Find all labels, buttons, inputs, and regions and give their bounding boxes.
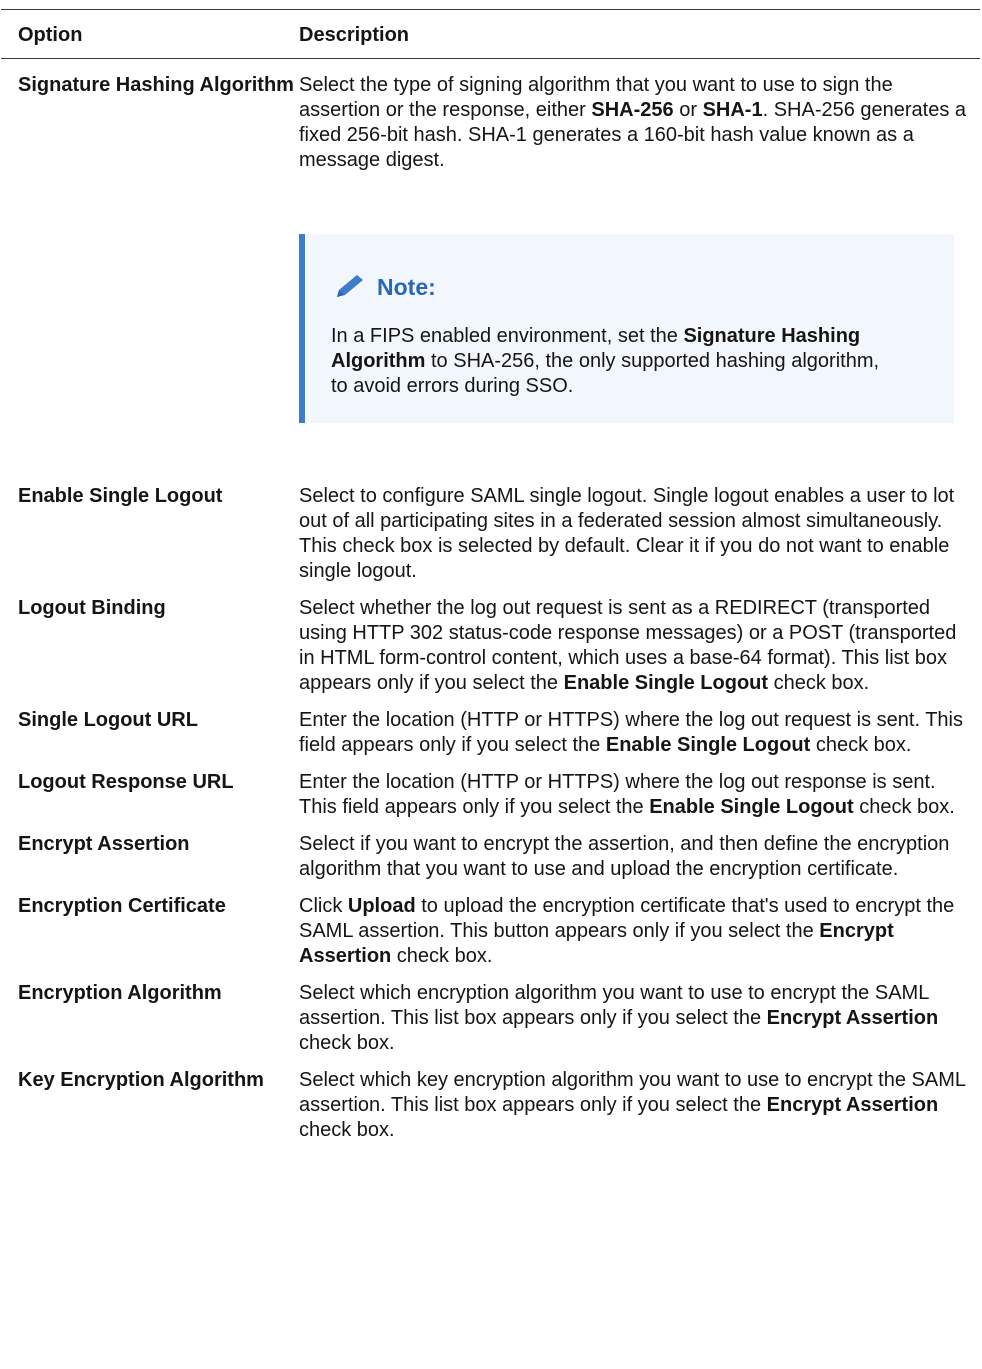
desc-bold: Enable Single Logout bbox=[649, 796, 854, 818]
desc-bold: Upload bbox=[347, 895, 416, 917]
option-name: Encryption Algorithm bbox=[18, 982, 222, 1004]
option-description: Click Upload to upload the encryption ce… bbox=[299, 894, 980, 969]
table-row: Enable Single Logout Select to configure… bbox=[1, 470, 980, 584]
option-description: Select whether the log out request is se… bbox=[299, 596, 980, 696]
desc-bold: Enable Single Logout bbox=[563, 672, 769, 694]
note-text: In a FIPS enabled environment, set the bbox=[331, 325, 684, 347]
table-row: Signature Hashing Algorithm Select the t… bbox=[1, 59, 980, 470]
table-row: Logout Response URL Enter the location (… bbox=[1, 758, 980, 820]
option-name: Key Encryption Algorithm bbox=[18, 1069, 264, 1091]
option-name: Enable Single Logout bbox=[18, 485, 223, 507]
option-name: Encrypt Assertion bbox=[18, 833, 190, 855]
table-row: Logout Binding Select whether the log ou… bbox=[1, 584, 980, 696]
option-name: Encryption Certificate bbox=[18, 895, 226, 917]
header-option: Option bbox=[18, 24, 83, 46]
desc-bold: Enable Single Logout bbox=[605, 734, 811, 756]
option-description: Select if you want to encrypt the assert… bbox=[299, 833, 950, 880]
option-name: Signature Hashing Algorithm bbox=[18, 74, 294, 96]
header-description: Description bbox=[299, 24, 410, 46]
option-name: Logout Binding bbox=[18, 597, 166, 619]
note-box: Note: In a FIPS enabled environment, set… bbox=[299, 234, 954, 423]
desc-bold: Encrypt Assertion bbox=[766, 1094, 939, 1116]
desc-text: check box. bbox=[810, 734, 912, 756]
note-title: Note: bbox=[377, 273, 436, 300]
table-row: Encryption Algorithm Select which encryp… bbox=[1, 969, 980, 1056]
desc-text: check box. bbox=[391, 945, 493, 967]
option-description: Enter the location (HTTP or HTTPS) where… bbox=[299, 708, 980, 758]
desc-bold: SHA-1 bbox=[702, 99, 763, 121]
options-table: Option Description Signature Hashing Alg… bbox=[1, 9, 980, 1143]
desc-text: Click bbox=[299, 895, 348, 917]
table-header: Option Description bbox=[1, 10, 980, 59]
desc-text: check box. bbox=[299, 1119, 395, 1141]
option-name: Single Logout URL bbox=[18, 709, 198, 731]
table-row: Key Encryption Algorithm Select which ke… bbox=[1, 1056, 980, 1143]
table-row: Encryption Certificate Click Upload to u… bbox=[1, 882, 980, 969]
desc-text: check box. bbox=[299, 1032, 395, 1054]
desc-bold: SHA-256 bbox=[591, 99, 674, 121]
pencil-icon bbox=[337, 275, 363, 297]
option-name: Logout Response URL bbox=[18, 771, 234, 793]
option-description: Select which key encryption algorithm yo… bbox=[299, 1068, 980, 1143]
option-description: Select to configure SAML single logout. … bbox=[299, 485, 955, 582]
note-body: In a FIPS enabled environment, set the S… bbox=[331, 324, 891, 399]
table-row: Encrypt Assertion Select if you want to … bbox=[1, 820, 980, 882]
desc-text: check box. bbox=[853, 796, 955, 818]
desc-text: or bbox=[673, 99, 703, 121]
desc-bold: Encrypt Assertion bbox=[766, 1007, 939, 1029]
note-header: Note: bbox=[331, 272, 934, 302]
option-description: Select which encryption algorithm you wa… bbox=[299, 981, 980, 1056]
option-description: Enter the location (HTTP or HTTPS) where… bbox=[299, 770, 980, 820]
table-row: Single Logout URL Enter the location (HT… bbox=[1, 696, 980, 758]
option-description: Select the type of signing algorithm tha… bbox=[299, 73, 980, 470]
desc-text: check box. bbox=[768, 672, 870, 694]
